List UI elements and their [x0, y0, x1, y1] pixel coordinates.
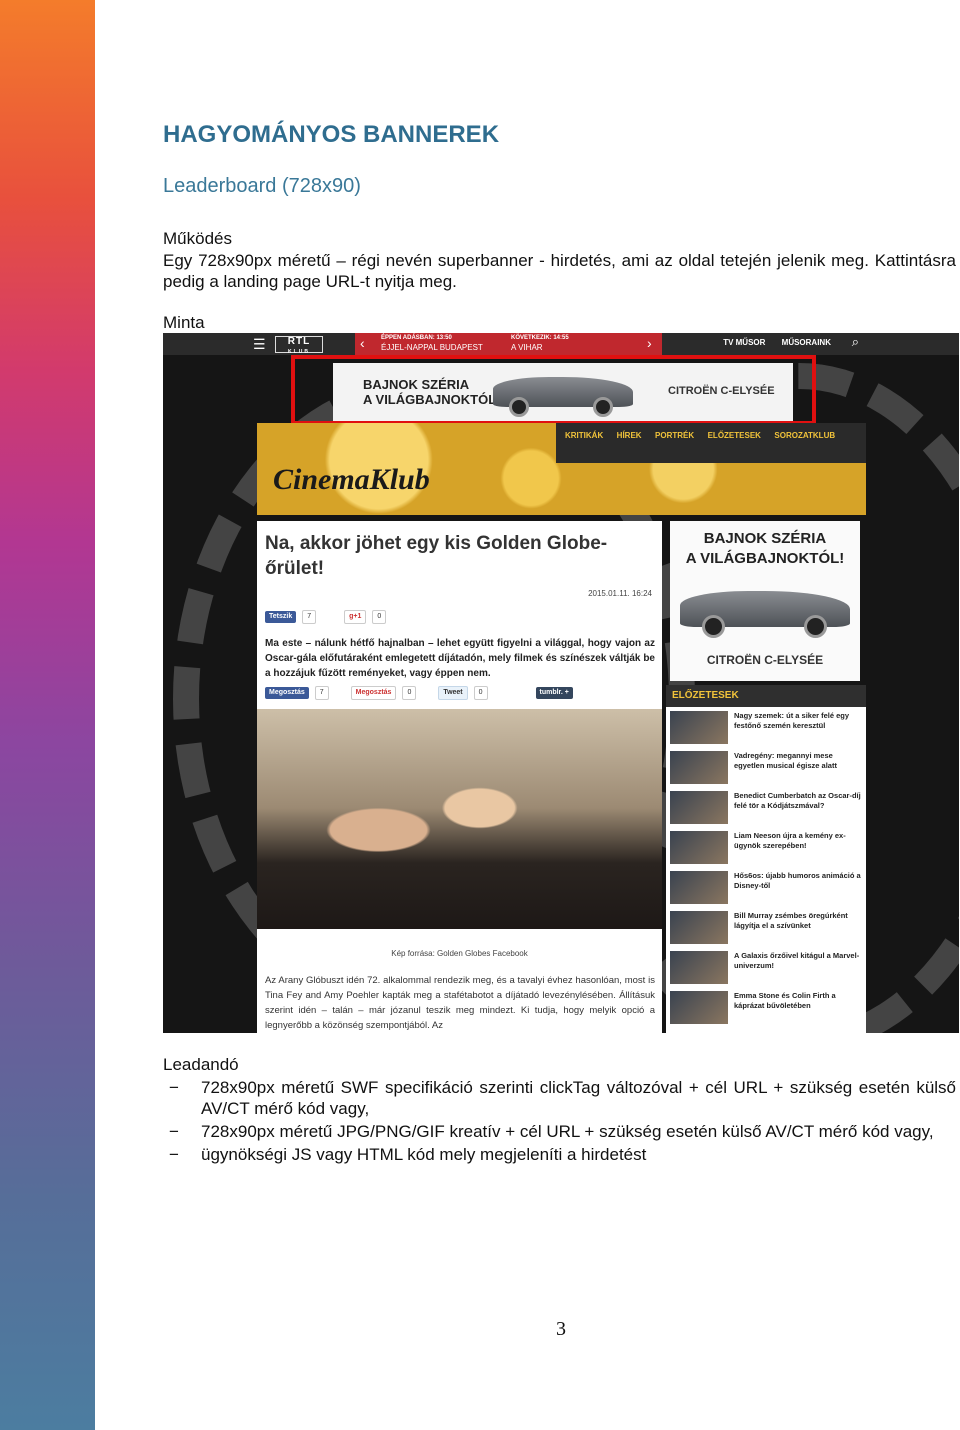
gplus-count: 0 — [372, 610, 387, 624]
fb-share-button[interactable]: Megosztás — [265, 687, 309, 699]
tweet-count: 0 — [473, 686, 488, 700]
nav-hirek[interactable]: HÍREK — [617, 431, 642, 440]
tv-link-musor[interactable]: TV MŰSOR — [723, 338, 765, 347]
search-icon[interactable]: ⌕ — [852, 334, 859, 350]
share-count: 7 — [314, 686, 329, 700]
article-date: 2015.01.11. 16:24 — [588, 589, 652, 598]
description-paragraph: Egy 728x90px méretű – régi nevén superba… — [163, 251, 956, 291]
gplus-share-button[interactable]: Megosztás — [350, 686, 397, 700]
preview-item[interactable]: Benedict Cumberbatch az Oscar-díj felé t… — [666, 787, 866, 827]
tumblr-button[interactable]: tumblr. + — [535, 687, 573, 699]
preview-item[interactable]: Nagy szemek: út a siker felé egy festőnő… — [666, 707, 866, 747]
previews-box: ELŐZETESEK Nagy szemek: út a siker felé … — [666, 685, 866, 1033]
rtl-topnav: ☰ RTL KLUB ‹ ÉPPEN ADÁSBAN: 13:50 ÉJJEL-N… — [163, 333, 959, 355]
fb-like-button[interactable]: Tetszik — [265, 611, 297, 623]
sidebar-ad[interactable]: BAJNOK SZÉRIA A VILÁGBAJNOKTÓL! CITROËN … — [670, 521, 860, 681]
onair-strip: ‹ ÉPPEN ADÁSBAN: 13:50 ÉJJEL-NAPPAL BUDA… — [355, 333, 662, 355]
preview-item[interactable]: Emma Stone és Colin Firth a káprázat bűv… — [666, 987, 866, 1027]
tv-links: TV MŰSOR MŰSORAINK — [709, 338, 831, 347]
article-lead: Ma este – nálunk hétfő hajnalban – lehet… — [265, 638, 655, 679]
list-item: −728x90px méretű SWF specifikáció szerin… — [169, 1078, 956, 1118]
side-ad-brand: CITROËN C-ELYSÉE — [706, 653, 824, 667]
hamburger-menu-icon[interactable]: ☰ — [253, 336, 266, 353]
nav-sorozatklub[interactable]: SOROZATKLUB — [774, 431, 835, 440]
side-ad-slogan: BAJNOK SZÉRIA A VILÁGBAJNOKTÓL! — [685, 530, 845, 567]
gplus-button[interactable]: g+1 — [344, 610, 367, 624]
preview-item[interactable]: Vadregény: megannyi mese egyetlen musica… — [666, 747, 866, 787]
cinemaklub-header: KRITIKÁK HÍREK PORTRÉK ELŐZETESEK SOROZA… — [257, 423, 866, 515]
side-car-image — [680, 579, 850, 639]
label-minta: Minta — [163, 313, 205, 332]
sample-screenshot: ☰ RTL KLUB ‹ ÉPPEN ADÁSBAN: 13:50 ÉJJEL-N… — [163, 333, 959, 1033]
gshare-count: 0 — [402, 686, 417, 700]
preview-item[interactable]: Hős6os: újabb humoros animáció a Disney-… — [666, 867, 866, 907]
section-subheading: Leaderboard (728x90) — [163, 175, 361, 197]
share-row: Megosztás 7 Megosztás 0 Tweet 0 tumblr. + — [265, 686, 579, 700]
page-number: 3 — [556, 1318, 566, 1340]
chevron-left-icon[interactable]: ‹ — [360, 335, 365, 351]
rtl-klub-logo[interactable]: RTL KLUB — [275, 336, 323, 355]
leaderboard-highlight-frame — [291, 355, 816, 425]
tweet-button[interactable]: Tweet — [438, 686, 468, 700]
side-gradient-strip — [0, 0, 95, 1430]
cinemaklub-logo[interactable]: CinemaKlub — [273, 463, 430, 497]
cinemaklub-nav: KRITIKÁK HÍREK PORTRÉK ELŐZETESEK SOROZA… — [556, 423, 866, 463]
article: Na, akkor jöhet egy kis Golden Globe-őrü… — [257, 521, 662, 1033]
list-item: −728x90px méretű JPG/PNG/GIF kreatív + c… — [169, 1122, 934, 1141]
like-count: 7 — [302, 610, 317, 624]
preview-item[interactable]: Liam Neeson újra a kemény ex-ügynök szer… — [666, 827, 866, 867]
photo-caption: Kép forrása: Golden Globes Facebook — [391, 949, 528, 958]
page-heading: HAGYOMÁNYOS BANNEREK — [163, 121, 500, 148]
nav-kritikak[interactable]: KRITIKÁK — [565, 431, 603, 440]
nav-portrek[interactable]: PORTRÉK — [655, 431, 694, 440]
article-photo[interactable] — [257, 709, 662, 929]
preview-item[interactable]: A Galaxis őrzőivel kitágul a Marvel-univ… — [666, 947, 866, 987]
like-row: Tetszik 7 g+1 0 — [265, 610, 392, 624]
list-item: − ügynökségi JS vagy HTML kód mely megjel… — [169, 1145, 647, 1164]
tv-link-musoraink[interactable]: MŰSORAINK — [782, 338, 831, 347]
deliverables-list: −728x90px méretű SWF specifikáció szerin… — [163, 1077, 956, 1167]
previews-title: ELŐZETESEK — [666, 685, 866, 707]
nav-elozetesek[interactable]: ELŐZETESEK — [708, 431, 761, 440]
chevron-right-icon[interactable]: › — [647, 335, 652, 351]
preview-item[interactable]: Bill Murray zsémbes öregúrként lágyítja … — [666, 907, 866, 947]
now-on-air[interactable]: ÉPPEN ADÁSBAN: 13:50 ÉJJEL-NAPPAL BUDAPE… — [381, 334, 483, 353]
article-body: Az Arany Glóbuszt idén 72. alkalommal re… — [265, 975, 655, 1031]
label-mukodes: Működés — [163, 229, 232, 248]
next-on-air[interactable]: KÖVETKEZIK: 14:55 A VIHAR — [511, 334, 569, 353]
label-leadando: Leadandó — [163, 1055, 239, 1074]
article-title[interactable]: Na, akkor jöhet egy kis Golden Globe-őrü… — [265, 531, 615, 581]
